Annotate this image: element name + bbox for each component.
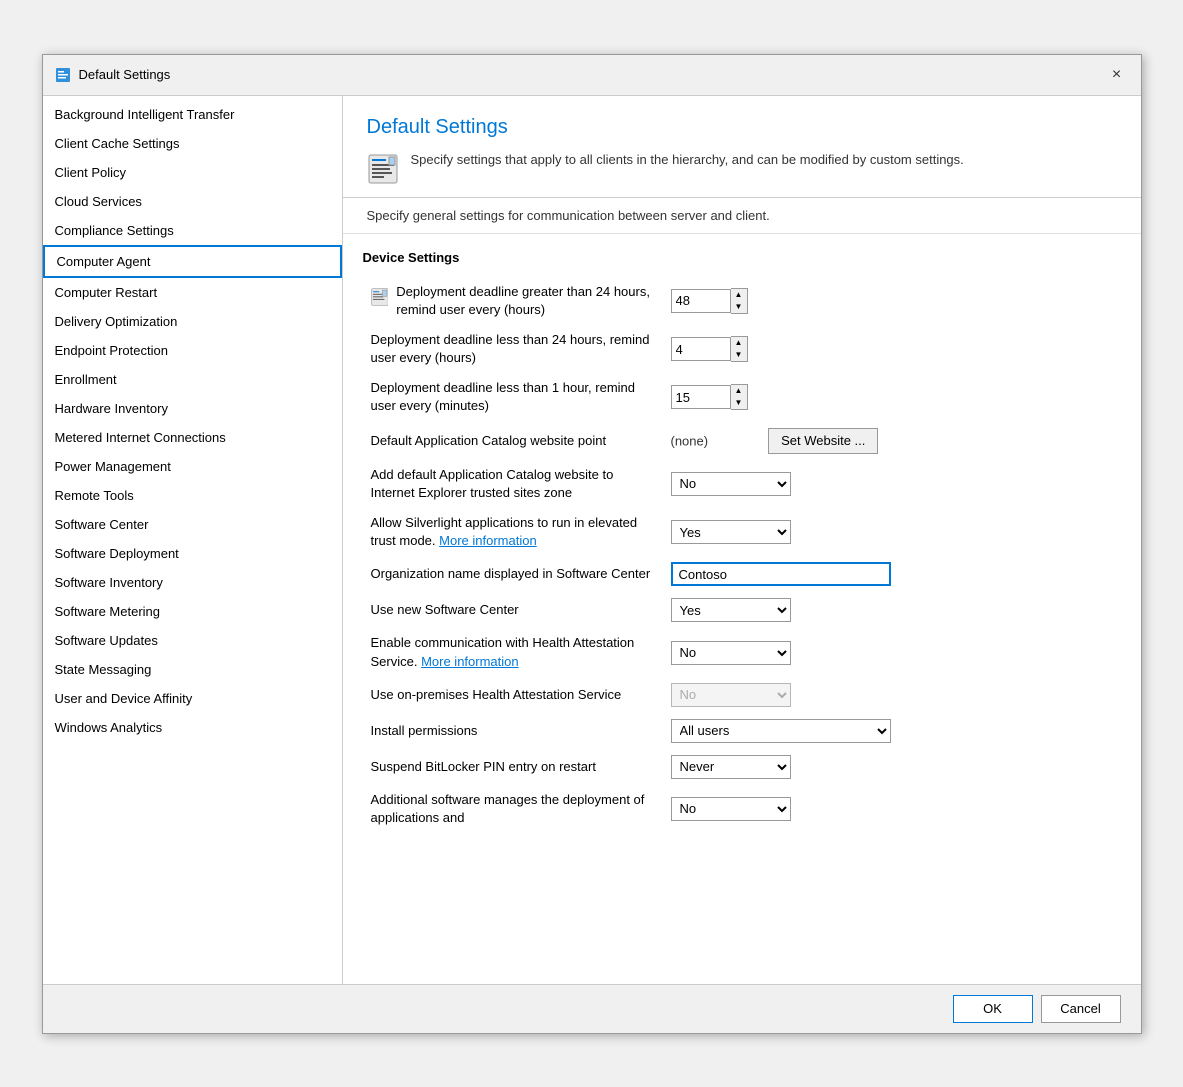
settings-row-use-new-software-center: Use new Software CenterYesNo — [363, 592, 1121, 628]
sidebar-item-client-policy[interactable]: Client Policy — [43, 158, 342, 187]
settings-row-deployment-deadline-15: Deployment deadline less than 1 hour, re… — [363, 373, 1121, 421]
settings-row-org-name: Organization name displayed in Software … — [363, 556, 1121, 592]
none-value-default-app-catalog: (none) — [671, 433, 709, 448]
set-website-button[interactable]: Set Website ... — [768, 428, 878, 454]
dropdown-wide-install-permissions[interactable]: All usersOnly administratorsOnly adminis… — [671, 719, 891, 743]
sidebar-item-state-messaging[interactable]: State Messaging — [43, 655, 342, 684]
dropdown-enable-health-attestation[interactable]: NoYes — [671, 641, 791, 665]
sidebar-item-compliance-settings[interactable]: Compliance Settings — [43, 216, 342, 245]
settings-row-deployment-deadline-48: Deployment deadline greater than 24 hour… — [363, 277, 1121, 325]
sidebar-item-software-metering[interactable]: Software Metering — [43, 597, 342, 626]
dialog-icon — [55, 67, 71, 83]
sidebar-item-endpoint-protection[interactable]: Endpoint Protection — [43, 336, 342, 365]
main-content: Default Settings Specify settings that a… — [343, 96, 1141, 984]
settings-scroll-area[interactable]: Device Settings Deployment deadline grea… — [343, 234, 1141, 984]
more-info-link-enable-health-attestation[interactable]: More information — [421, 654, 519, 669]
sidebar-item-background-intelligent-transfer[interactable]: Background Intelligent Transfer — [43, 100, 342, 129]
settings-row-use-on-premises-health: Use on-premises Health Attestation Servi… — [363, 677, 1121, 713]
sidebar-item-power-management[interactable]: Power Management — [43, 452, 342, 481]
spinner-down-deployment-deadline-15[interactable]: ▼ — [731, 397, 747, 409]
settings-icon — [371, 283, 389, 311]
settings-row-install-permissions: Install permissionsAll usersOnly adminis… — [363, 713, 1121, 749]
close-button[interactable]: × — [1105, 63, 1129, 87]
settings-row-suspend-bitlocker: Suspend BitLocker PIN entry on restartNe… — [363, 749, 1121, 785]
sidebar-item-software-inventory[interactable]: Software Inventory — [43, 568, 342, 597]
spinner-input-deployment-deadline-15[interactable] — [671, 385, 731, 409]
header-icon — [367, 153, 399, 185]
sidebar-item-computer-agent[interactable]: Computer Agent — [43, 245, 342, 278]
default-settings-dialog: Default Settings × Background Intelligen… — [42, 54, 1142, 1034]
spinner-input-deployment-deadline-4[interactable] — [671, 337, 731, 361]
settings-row-enable-health-attestation: Enable communication with Health Attesta… — [363, 628, 1121, 676]
sidebar-item-metered-internet-connections[interactable]: Metered Internet Connections — [43, 423, 342, 452]
main-title: Default Settings — [367, 116, 1117, 139]
spinner-up-deployment-deadline-4[interactable]: ▲ — [731, 337, 747, 349]
main-description: Specify settings that apply to all clien… — [411, 151, 964, 169]
sidebar-item-hardware-inventory[interactable]: Hardware Inventory — [43, 394, 342, 423]
section-title: Device Settings — [363, 250, 1121, 265]
sub-description: Specify general settings for communicati… — [343, 198, 1141, 234]
dropdown-add-default-app-catalog[interactable]: NoYes — [671, 472, 791, 496]
settings-table: Deployment deadline greater than 24 hour… — [363, 277, 1121, 834]
spinner-up-deployment-deadline-48[interactable]: ▲ — [731, 289, 747, 301]
main-header: Default Settings Specify settings that a… — [343, 96, 1141, 198]
sidebar-item-software-deployment[interactable]: Software Deployment — [43, 539, 342, 568]
spinner-input-deployment-deadline-48[interactable] — [671, 289, 731, 313]
dropdown-allow-silverlight[interactable]: YesNo — [671, 520, 791, 544]
dropdown-use-new-software-center[interactable]: YesNo — [671, 598, 791, 622]
settings-row-additional-software: Additional software manages the deployme… — [363, 785, 1121, 833]
more-info-link-allow-silverlight[interactable]: More information — [439, 533, 537, 548]
sidebar-item-windows-analytics[interactable]: Windows Analytics — [43, 713, 342, 742]
dropdown-additional-software[interactable]: NoYes — [671, 797, 791, 821]
title-bar: Default Settings × — [43, 55, 1141, 96]
sidebar-item-computer-restart[interactable]: Computer Restart — [43, 278, 342, 307]
text-input-org-name[interactable] — [671, 562, 891, 586]
settings-row-default-app-catalog: Default Application Catalog website poin… — [363, 422, 1121, 460]
settings-row-add-default-app-catalog: Add default Application Catalog website … — [363, 460, 1121, 508]
sidebar-item-software-center[interactable]: Software Center — [43, 510, 342, 539]
spinner-up-deployment-deadline-15[interactable]: ▲ — [731, 385, 747, 397]
settings-row-deployment-deadline-4: Deployment deadline less than 24 hours, … — [363, 325, 1121, 373]
spinner-down-deployment-deadline-4[interactable]: ▼ — [731, 349, 747, 361]
sidebar-item-delivery-optimization[interactable]: Delivery Optimization — [43, 307, 342, 336]
sidebar-item-enrollment[interactable]: Enrollment — [43, 365, 342, 394]
dropdown-suspend-bitlocker[interactable]: NeverAlways — [671, 755, 791, 779]
sidebar-item-software-updates[interactable]: Software Updates — [43, 626, 342, 655]
dialog-body: Background Intelligent TransferClient Ca… — [43, 96, 1141, 984]
dropdown-disabled-use-on-premises-health: NoYes — [671, 683, 791, 707]
sidebar-item-remote-tools[interactable]: Remote Tools — [43, 481, 342, 510]
dialog-title: Default Settings — [79, 67, 171, 82]
dialog-footer: OK Cancel — [43, 984, 1141, 1033]
sidebar: Background Intelligent TransferClient Ca… — [43, 96, 343, 984]
ok-button[interactable]: OK — [953, 995, 1033, 1023]
sidebar-item-user-and-device-affinity[interactable]: User and Device Affinity — [43, 684, 342, 713]
sidebar-item-client-cache-settings[interactable]: Client Cache Settings — [43, 129, 342, 158]
cancel-button[interactable]: Cancel — [1041, 995, 1121, 1023]
spinner-down-deployment-deadline-48[interactable]: ▼ — [731, 301, 747, 313]
sidebar-item-cloud-services[interactable]: Cloud Services — [43, 187, 342, 216]
settings-row-allow-silverlight: Allow Silverlight applications to run in… — [363, 508, 1121, 556]
